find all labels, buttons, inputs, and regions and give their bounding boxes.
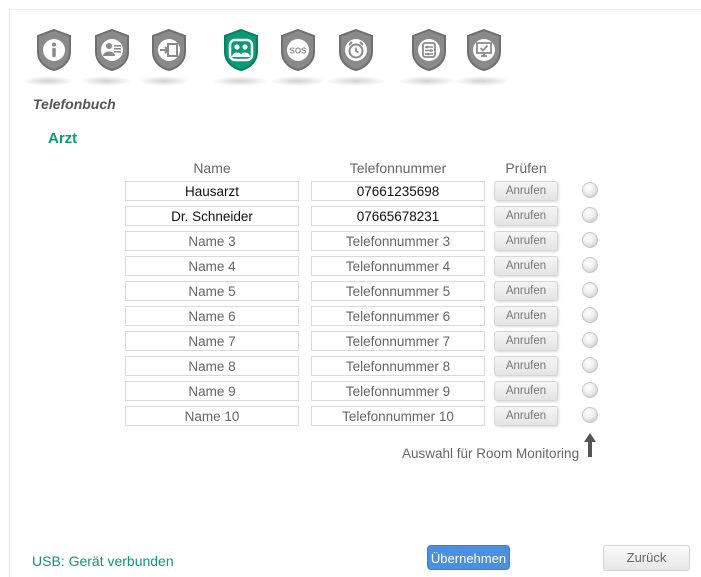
usb-status: USB: Gerät verbunden: [32, 553, 174, 569]
sliders-icon[interactable]: [409, 28, 449, 72]
phone-field[interactable]: Telefonnummer 8: [311, 356, 485, 376]
name-field[interactable]: Name 8: [125, 356, 299, 376]
icon-shadow: [270, 76, 326, 86]
table-row: Name 5 Telefonnummer 5 Anrufen: [0, 281, 701, 305]
sos-icon[interactable]: SOS: [278, 28, 318, 72]
column-header-phone: Telefonnummer: [349, 160, 447, 176]
table-row: Name 6 Telefonnummer 6 Anrufen: [0, 306, 701, 330]
icon-shadow: [212, 76, 268, 86]
name-field[interactable]: Name 5: [125, 281, 299, 301]
page-title: Telefonbuch: [33, 96, 116, 112]
info-icon[interactable]: [34, 28, 74, 72]
name-field[interactable]: Name 7: [125, 331, 299, 351]
icon-shadow: [398, 76, 456, 86]
contacts-icon[interactable]: [221, 28, 261, 72]
room-monitoring-radio[interactable]: [582, 357, 598, 373]
phone-field[interactable]: Telefonnummer 7: [311, 331, 485, 351]
section-title: Arzt: [48, 130, 78, 147]
icon-shadow: [80, 76, 132, 86]
icon-shadow: [22, 76, 74, 86]
room-monitoring-radio[interactable]: [582, 232, 598, 248]
room-monitoring-label: Auswahl für Room Monitoring: [402, 446, 580, 461]
room-monitoring-radio[interactable]: [582, 207, 598, 223]
name-field[interactable]: Dr. Schneider: [125, 206, 299, 226]
phone-field[interactable]: Telefonnummer 6: [311, 306, 485, 326]
table-row: Name 3 Telefonnummer 3 Anrufen: [0, 231, 701, 255]
name-field[interactable]: Name 10: [125, 406, 299, 426]
room-monitoring-radio[interactable]: [582, 182, 598, 198]
icon-shadow: [326, 76, 386, 86]
apply-button[interactable]: Übernehmen: [427, 545, 510, 570]
call-button[interactable]: Anrufen: [494, 406, 558, 426]
phone-field[interactable]: Telefonnummer 9: [311, 381, 485, 401]
column-header-name: Name: [193, 160, 231, 176]
nav-icon-bar: SOS: [0, 22, 701, 92]
monitor-check-icon[interactable]: [464, 28, 504, 72]
svg-text:SOS: SOS: [290, 47, 308, 56]
name-field[interactable]: Name 3: [125, 231, 299, 251]
table-row: Hausarzt 07661235698 Anrufen: [0, 181, 701, 205]
room-monitoring-radio[interactable]: [582, 307, 598, 323]
name-field[interactable]: Name 9: [125, 381, 299, 401]
sign-in-icon[interactable]: [149, 28, 189, 72]
room-monitoring-radio[interactable]: [582, 332, 598, 348]
room-monitoring-radio[interactable]: [582, 407, 598, 423]
call-button[interactable]: Anrufen: [494, 281, 558, 301]
alarm-clock-icon[interactable]: [336, 28, 376, 72]
call-button[interactable]: Anrufen: [494, 331, 558, 351]
phone-field[interactable]: Telefonnummer 10: [311, 406, 485, 426]
icon-shadow: [454, 76, 510, 86]
room-monitoring-radio[interactable]: [582, 257, 598, 273]
phone-field[interactable]: Telefonnummer 5: [311, 281, 485, 301]
icon-shadow: [138, 76, 190, 86]
table-row: Name 9 Telefonnummer 9 Anrufen: [0, 381, 701, 405]
name-field[interactable]: Name 4: [125, 256, 299, 276]
call-button[interactable]: Anrufen: [494, 381, 558, 401]
call-button[interactable]: Anrufen: [494, 356, 558, 376]
call-button[interactable]: Anrufen: [494, 206, 558, 226]
phone-field[interactable]: 07665678231: [311, 206, 485, 226]
call-button[interactable]: Anrufen: [494, 306, 558, 326]
phone-field[interactable]: 07661235698: [311, 181, 485, 201]
room-monitoring-radio[interactable]: [582, 382, 598, 398]
table-row: Name 8 Telefonnummer 8 Anrufen: [0, 356, 701, 380]
name-field[interactable]: Name 6: [125, 306, 299, 326]
table-row: Name 7 Telefonnummer 7 Anrufen: [0, 331, 701, 355]
call-button[interactable]: Anrufen: [494, 256, 558, 276]
table-row: Name 4 Telefonnummer 4 Anrufen: [0, 256, 701, 280]
name-field[interactable]: Hausarzt: [125, 181, 299, 201]
call-button[interactable]: Anrufen: [494, 231, 558, 251]
table-row: Name 10 Telefonnummer 10 Anrufen: [0, 406, 701, 430]
call-button[interactable]: Anrufen: [494, 181, 558, 201]
column-header-check: Prüfen: [505, 160, 547, 176]
phone-field[interactable]: Telefonnummer 4: [311, 256, 485, 276]
table-row: Dr. Schneider 07665678231 Anrufen: [0, 206, 701, 230]
back-button[interactable]: Zurück: [603, 545, 690, 571]
arrow-up-icon: [583, 432, 597, 458]
user-list-icon[interactable]: [92, 28, 132, 72]
phone-field[interactable]: Telefonnummer 3: [311, 231, 485, 251]
room-monitoring-radio[interactable]: [582, 282, 598, 298]
